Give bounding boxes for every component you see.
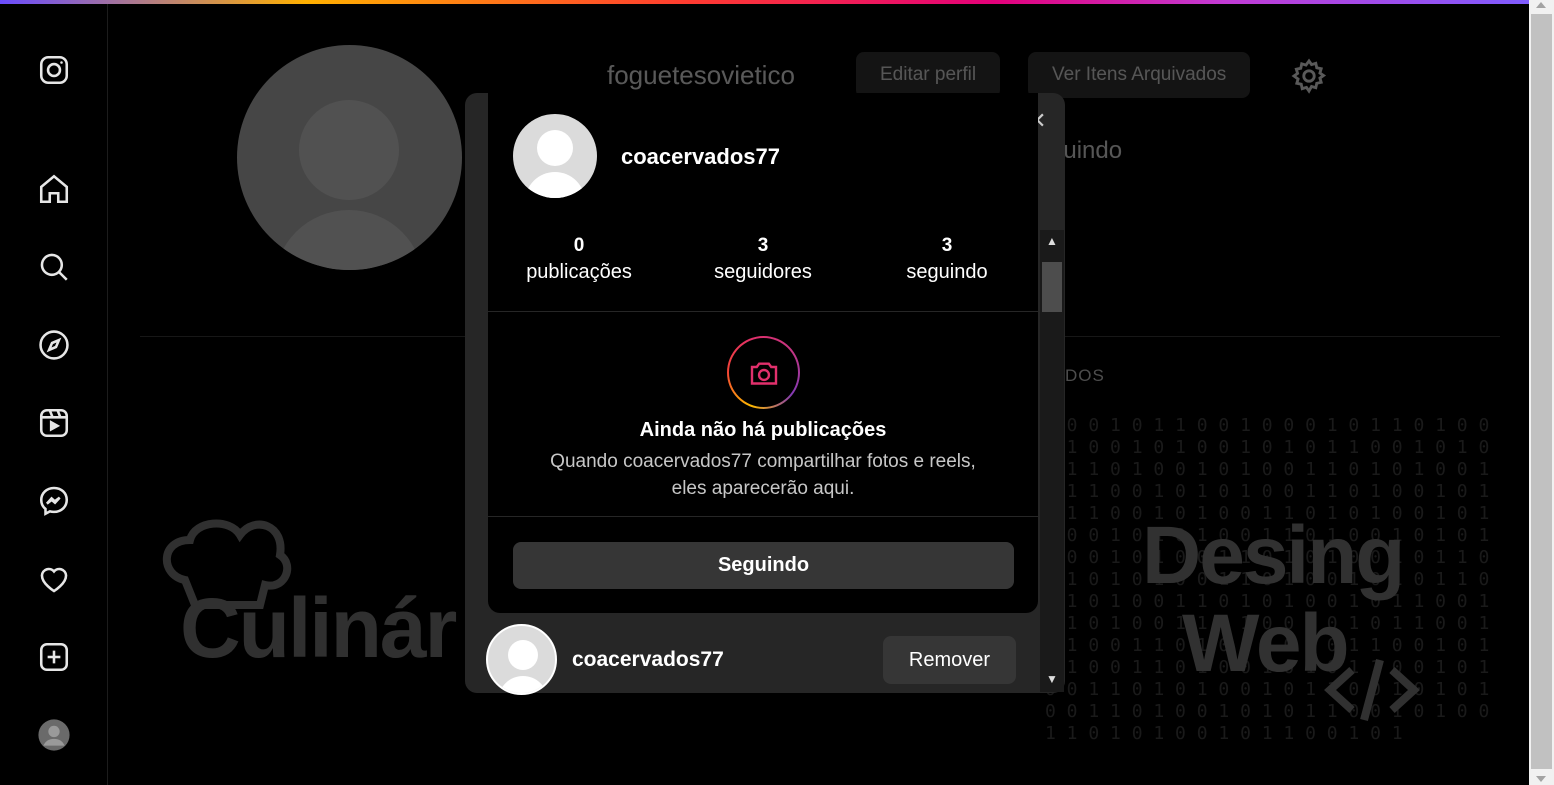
heart-icon[interactable] [35, 560, 73, 598]
stat-label: seguidores [714, 261, 812, 283]
page-scroll-up-arrow-icon[interactable] [1536, 2, 1546, 8]
tab-fragment[interactable]: DOS [1065, 366, 1105, 386]
code-brackets-icon [1324, 658, 1420, 722]
scroll-down-arrow-icon[interactable]: ▼ [1043, 672, 1061, 688]
sidebar [0, 4, 108, 785]
empty-desc-line2: eles aparecerão aqui. [671, 478, 855, 499]
stat-number: 0 [573, 235, 585, 256]
culinaria-logo-text: Culinár [180, 581, 457, 675]
top-gradient-bar [0, 0, 1529, 4]
profile-username: foguetesovietico [607, 60, 795, 90]
stat-seguidores[interactable]: 3 seguidores [683, 234, 843, 286]
search-icon[interactable] [35, 248, 73, 286]
stat-number: 3 [941, 235, 953, 256]
reels-icon[interactable] [35, 404, 73, 442]
create-plus-icon[interactable] [35, 638, 73, 676]
empty-state-description: Quando coacervados77 compartilhar fotos … [488, 448, 1038, 502]
hover-card-avatar[interactable] [513, 114, 597, 198]
empty-desc-line1: Quando coacervados77 compartilhar fotos … [550, 451, 976, 472]
archive-button[interactable]: Ver Itens Arquivados [1028, 52, 1251, 98]
modal-scrollbar-thumb[interactable] [1042, 262, 1062, 312]
home-icon[interactable] [35, 170, 73, 208]
remove-follower-button[interactable]: Remover [883, 636, 1016, 684]
follower-avatar[interactable] [486, 624, 557, 695]
page-scrollbar[interactable] [1529, 0, 1554, 785]
stat-seguindo[interactable]: 3 seguindo [867, 234, 1027, 286]
stat-label: publicações [526, 261, 632, 283]
hover-card-divider [488, 311, 1038, 312]
explore-compass-icon[interactable] [35, 326, 73, 364]
empty-state-title: Ainda não há publicações [639, 419, 887, 441]
page-scrollbar-thumb[interactable] [1531, 14, 1552, 769]
instagram-logo-icon[interactable] [35, 51, 73, 89]
messenger-icon[interactable] [35, 482, 73, 520]
edit-profile-button[interactable]: Editar perfil [856, 52, 1001, 98]
desing-logo-line1: Desing [1142, 510, 1405, 601]
profile-avatar-large[interactable] [237, 45, 462, 270]
scroll-up-arrow-icon[interactable]: ▲ [1043, 234, 1061, 250]
hover-card-divider [488, 516, 1038, 517]
following-button[interactable]: Seguindo [513, 542, 1014, 589]
hover-card-username[interactable]: coacervados77 [621, 144, 780, 170]
gear-icon[interactable] [1290, 57, 1328, 95]
stat-label: seguindo [906, 261, 988, 283]
profile-avatar[interactable] [35, 716, 73, 754]
follower-username[interactable]: coacervados77 [572, 648, 724, 672]
stat-number: 3 [757, 235, 769, 256]
stat-publicacoes: 0 publicações [499, 234, 659, 286]
page-scroll-down-arrow-icon[interactable] [1536, 776, 1546, 782]
camera-icon [727, 336, 800, 409]
